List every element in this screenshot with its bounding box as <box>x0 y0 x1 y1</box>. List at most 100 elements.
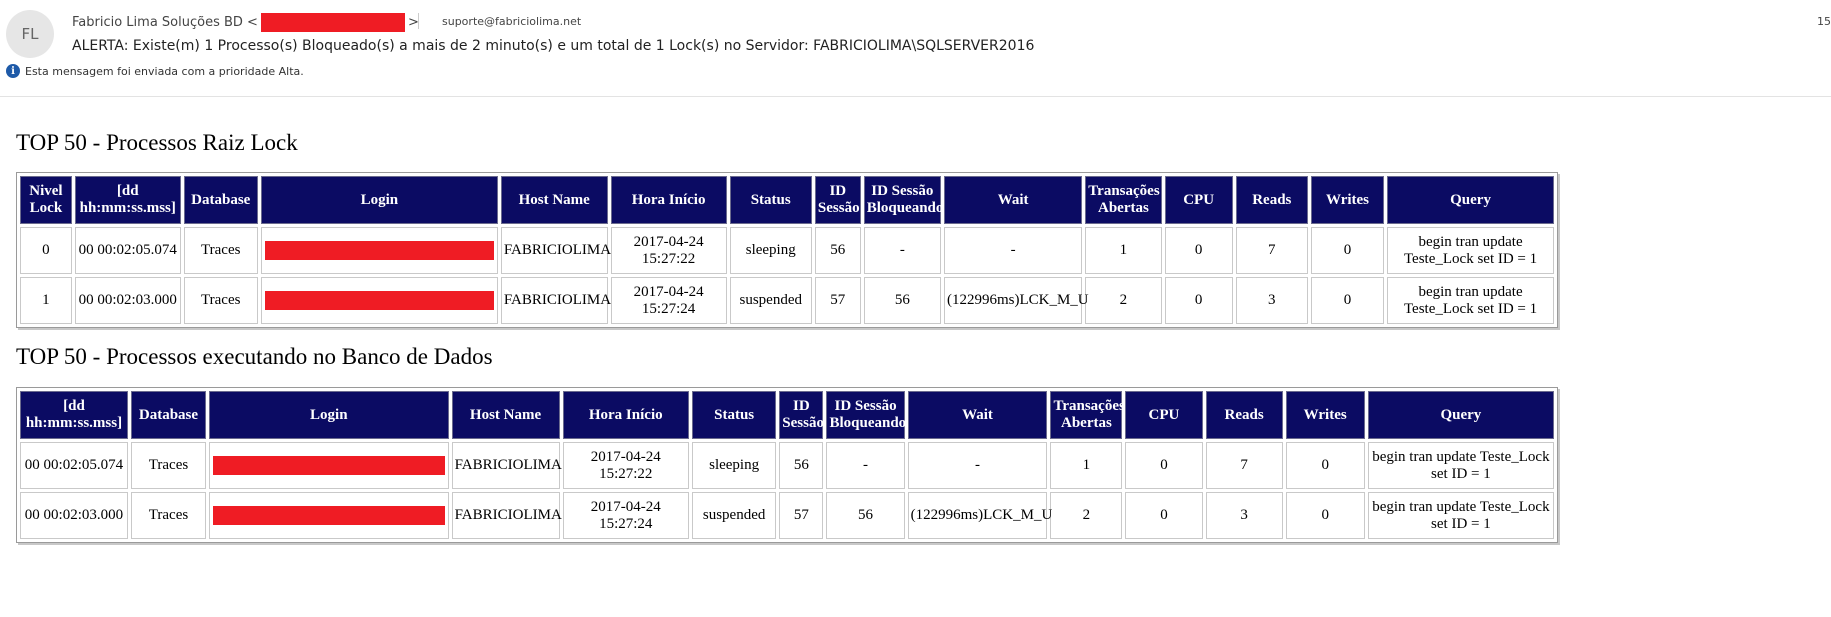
cell-hora-inicio: 2017-04-24 15:27:22 <box>610 227 727 274</box>
cell-writes: 0 <box>1285 442 1365 489</box>
cell-reads: 7 <box>1205 442 1283 489</box>
cell-login <box>260 227 498 274</box>
cell-status: suspended <box>729 277 812 324</box>
cell-cpu: 0 <box>1164 277 1233 324</box>
column-header-dd-hh-mm-ss-mss: [dd hh:mm:ss.mss] <box>74 176 181 224</box>
cell-id-sessao: 57 <box>814 277 861 324</box>
sender-name: Fabricio Lima Soluções BD < <box>72 15 258 30</box>
table-header-row: [dd hh:mm:ss.mss] Database Login Host Name H… <box>20 391 1554 439</box>
column-header-writes: Writes <box>1285 391 1365 439</box>
section2-title: TOP 50 - Processos executando no Banco d… <box>16 344 493 369</box>
cell-dd-hh-mm-ss-mss: 00 00:02:03.000 <box>20 492 128 539</box>
header-divider <box>418 13 419 29</box>
column-header-login: Login <box>260 176 498 224</box>
section1-title: TOP 50 - Processos Raiz Lock <box>16 130 298 155</box>
priority-notice: i Esta mensagem foi enviada com a priori… <box>6 64 304 78</box>
cell-login <box>209 492 449 539</box>
cell-dd-hh-mm-ss-mss: 00 00:02:05.074 <box>74 227 181 274</box>
avatar-initials: FL <box>21 25 39 43</box>
cell-id-sessao-bloqueando: - <box>826 442 905 489</box>
cell-nivel-lock: 1 <box>20 277 72 324</box>
priority-text: Esta mensagem foi enviada com a priorida… <box>25 64 304 78</box>
cell-login <box>209 442 449 489</box>
cell-query: begin tran update Teste_Lock set ID = 1 <box>1367 492 1554 539</box>
cell-nivel-lock: 0 <box>20 227 72 274</box>
column-header-query: Query <box>1367 391 1554 439</box>
column-header-reads: Reads <box>1205 391 1283 439</box>
cell-database: Traces <box>130 492 206 539</box>
column-header-database: Database <box>130 391 206 439</box>
cell-id-sessao: 56 <box>779 442 824 489</box>
cell-id-sessao-bloqueando: 56 <box>863 277 941 324</box>
cell-dd-hh-mm-ss-mss: 00 00:02:03.000 <box>74 277 181 324</box>
column-header-id-sessao-bloqueando: ID Sessão Bloqueando <box>826 391 906 439</box>
cell-query: begin tran update Teste_Lock set ID = 1 <box>1387 277 1554 324</box>
column-header-nivel-lock: Nivel Lock <box>20 176 72 224</box>
email-header: FL Fabricio Lima Soluções BD < > suporte@… <box>0 0 1831 96</box>
cell-database: Traces <box>130 442 206 489</box>
redacted-sender-email <box>260 13 405 32</box>
table-row: 00 00:02:05.074 Traces FABRICIOLIMA 2017-04… <box>20 442 1554 489</box>
cell-host-name: FABRICIOLIMA <box>451 442 562 489</box>
column-header-host-name: Host Name <box>451 391 560 439</box>
column-header-cpu: CPU <box>1164 176 1233 224</box>
running-processes-table: [dd hh:mm:ss.mss] Database Login Host Name H… <box>16 387 1558 543</box>
cell-cpu: 0 <box>1164 227 1233 274</box>
column-header-status: Status <box>691 391 777 439</box>
redacted-login <box>213 506 445 525</box>
cell-id-sessao-bloqueando: 56 <box>826 492 905 539</box>
info-icon: i <box>6 64 20 78</box>
header-separator <box>0 96 1831 97</box>
cell-query: begin tran update Teste_Lock set ID = 1 <box>1367 442 1554 489</box>
sender-line[interactable]: Fabricio Lima Soluções BD < > <box>72 13 419 32</box>
cell-cpu: 0 <box>1125 492 1203 539</box>
cell-hora-inicio: 2017-04-24 15:27:24 <box>610 277 727 324</box>
column-header-writes: Writes <box>1310 176 1385 224</box>
column-header-status: Status <box>729 176 812 224</box>
cell-wait: (122996ms)LCK_M_U <box>943 277 1089 324</box>
redacted-login <box>264 241 494 260</box>
column-header-id-sessao-bloqueando: ID Sessão Bloqueando <box>863 176 943 224</box>
cell-writes: 0 <box>1310 227 1385 274</box>
table-row: 0 00 00:02:05.074 Traces FABRICIOLIMA 2017-0… <box>20 227 1554 274</box>
column-header-hora-inicio: Hora Início <box>610 176 727 224</box>
cell-host-name: FABRICIOLIMA <box>500 227 611 274</box>
recipient-address[interactable]: suporte@fabriciolima.net <box>442 15 581 28</box>
cell-wait: - <box>907 442 1048 489</box>
cell-id-sessao-bloqueando: - <box>863 227 941 274</box>
cell-reads: 3 <box>1235 277 1308 324</box>
received-time: 15 <box>1817 15 1831 28</box>
column-header-dd-hh-mm-ss-mss: [dd hh:mm:ss.mss] <box>20 391 128 439</box>
cell-dd-hh-mm-ss-mss: 00 00:02:05.074 <box>20 442 128 489</box>
cell-writes: 0 <box>1285 492 1365 539</box>
cell-transacoes-abertas: 2 <box>1050 492 1123 539</box>
redacted-login <box>264 291 494 310</box>
cell-id-sessao: 56 <box>814 227 861 274</box>
table-row: 1 00 00:02:03.000 Traces FABRICIOLIMA 2017-0… <box>20 277 1554 324</box>
cell-status: sleeping <box>691 442 777 489</box>
column-header-wait: Wait <box>943 176 1083 224</box>
column-header-login: Login <box>209 391 449 439</box>
column-header-database: Database <box>183 176 258 224</box>
cell-transacoes-abertas: 1 <box>1050 442 1123 489</box>
column-header-transacoes-abertas: Transações Abertas <box>1050 391 1125 439</box>
cell-host-name: FABRICIOLIMA <box>451 492 562 539</box>
cell-hora-inicio: 2017-04-24 15:27:24 <box>562 492 689 539</box>
redacted-login <box>213 456 445 475</box>
cell-writes: 0 <box>1310 277 1385 324</box>
cell-reads: 7 <box>1235 227 1308 274</box>
column-header-id-sessao: ID Sessão <box>814 176 861 224</box>
table-row: 00 00:02:03.000 Traces FABRICIOLIMA 2017-04… <box>20 492 1554 539</box>
table-header-row: Nivel Lock [dd hh:mm:ss.mss] Database Login… <box>20 176 1554 224</box>
cell-wait: (122996ms)LCK_M_U <box>907 492 1052 539</box>
column-header-reads: Reads <box>1235 176 1308 224</box>
cell-transacoes-abertas: 1 <box>1085 227 1162 274</box>
sender-avatar[interactable]: FL <box>6 10 54 58</box>
cell-database: Traces <box>183 227 258 274</box>
cell-id-sessao: 57 <box>779 492 824 539</box>
cell-hora-inicio: 2017-04-24 15:27:22 <box>562 442 689 489</box>
cell-status: suspended <box>691 492 777 539</box>
cell-host-name: FABRICIOLIMA <box>500 277 611 324</box>
column-header-wait: Wait <box>907 391 1048 439</box>
column-header-id-sessao: ID Sessão <box>779 391 824 439</box>
